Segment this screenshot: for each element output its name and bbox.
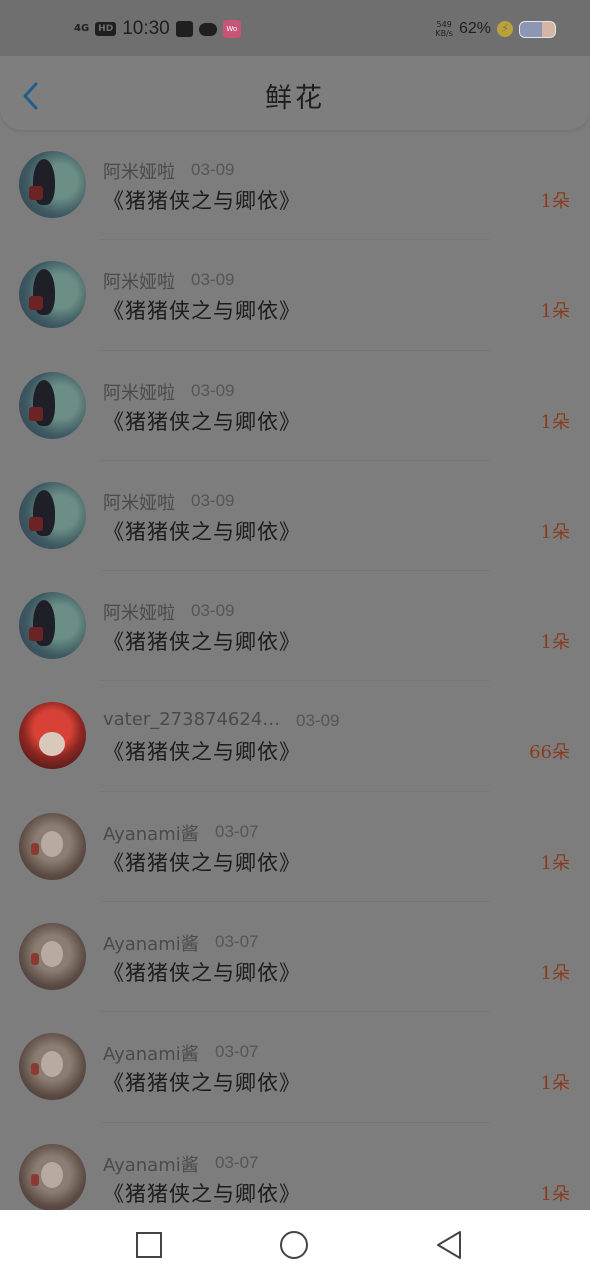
- back-triangle-icon[interactable]: [434, 1230, 464, 1260]
- status-right: 549 KB/s 62% ⚡: [435, 20, 556, 38]
- flower-list: 阿米娅啦 03-09 《猪猪侠之与卿依》 1朵 阿米娅啦 03-09 《猪猪侠之与卿依》 1朵…: [0, 130, 590, 1233]
- status-left: 4G HD 10:30 Wo: [74, 18, 241, 40]
- gift-date: 03-07: [215, 1152, 259, 1172]
- user-name: Ayanami酱: [103, 823, 199, 845]
- charging-icon: ⚡: [497, 21, 513, 37]
- gift-date: 03-09: [191, 160, 235, 179]
- user-name: Ayanami酱: [103, 1044, 199, 1066]
- avatar[interactable]: [19, 923, 86, 991]
- gift-date: 03-07: [215, 821, 259, 841]
- navigation-bar: [0, 1210, 590, 1280]
- notification-icon: [175, 21, 193, 37]
- book-title: 《猪猪侠之与卿依》: [103, 850, 301, 875]
- gift-date: 03-09: [191, 380, 235, 400]
- avatar[interactable]: [19, 371, 86, 439]
- flower-count: 1朵: [540, 963, 570, 985]
- avatar[interactable]: [19, 261, 86, 329]
- avatar[interactable]: [19, 1033, 86, 1101]
- avatar[interactable]: [19, 592, 86, 660]
- gift-date: 03-07: [215, 932, 259, 952]
- user-name: 阿米娅啦: [103, 162, 175, 183]
- flower-count: 1朵: [540, 852, 570, 874]
- list-item[interactable]: Ayanami酱 03-07 《猪猪侠之与卿依》 1朵: [0, 902, 590, 1013]
- battery-percent: 62%: [458, 20, 491, 37]
- user-name: Ayanami酱: [103, 1154, 199, 1176]
- avatar[interactable]: [19, 1143, 86, 1211]
- list-item[interactable]: vater_273874624… 03-09 《猪猪侠之与卿依》 66朵: [0, 681, 590, 792]
- network-speed: 549 KB/s: [435, 20, 453, 38]
- flower-count: 1朵: [540, 411, 570, 433]
- list-item[interactable]: 阿米娅啦 03-09 《猪猪侠之与卿依》 1朵: [0, 571, 590, 682]
- signal-indicator: 4G: [74, 23, 90, 34]
- gift-date: 03-07: [215, 1042, 259, 1062]
- user-name: 阿米娅啦: [103, 603, 175, 625]
- user-name: 阿米娅啦: [103, 382, 175, 404]
- book-title: 《猪猪侠之与卿依》: [103, 299, 301, 324]
- gift-date: 03-09: [191, 490, 235, 510]
- network-speed-value: 549: [436, 20, 452, 29]
- list-item[interactable]: 阿米娅啦 03-09 《猪猪侠之与卿依》 1朵: [0, 461, 590, 572]
- list-item[interactable]: Ayanami酱 03-07 《猪猪侠之与卿依》 1朵: [0, 792, 590, 903]
- battery-icon: [519, 20, 556, 38]
- book-title: 《猪猪侠之与卿依》: [103, 409, 301, 434]
- gift-date: 03-09: [191, 601, 235, 621]
- gift-date: 03-09: [191, 270, 235, 290]
- user-name: 阿米娅啦: [103, 272, 175, 294]
- app-notification-icon: Wo: [222, 20, 241, 38]
- list-item[interactable]: 阿米娅啦 03-09 《猪猪侠之与卿依》 1朵: [0, 240, 590, 351]
- book-title: 《猪猪侠之与卿依》: [103, 1071, 301, 1096]
- network-speed-unit: KB/s: [435, 29, 453, 38]
- battery-fill: [520, 21, 542, 37]
- book-title: 《猪猪侠之与卿依》: [103, 630, 301, 655]
- header: 鲜花: [0, 56, 590, 130]
- avatar[interactable]: [19, 481, 86, 549]
- avatar[interactable]: [19, 812, 86, 880]
- list-item[interactable]: Ayanami酱 03-07 《猪猪侠之与卿依》 1朵: [0, 1012, 590, 1123]
- user-name: 阿米娅啦: [103, 492, 175, 514]
- flower-count: 1朵: [540, 301, 570, 323]
- flower-count: 1朵: [540, 632, 570, 654]
- page-title: 鲜花: [265, 83, 325, 114]
- book-title: 《猪猪侠之与卿依》: [103, 1181, 301, 1206]
- gift-date: 03-09: [296, 711, 340, 731]
- flower-count: 66朵: [529, 742, 570, 764]
- user-name: vater_273874624…: [103, 709, 281, 731]
- book-title: 《猪猪侠之与卿依》: [103, 740, 301, 765]
- flower-count: 1朵: [540, 1183, 570, 1205]
- flower-count: 1朵: [540, 521, 570, 543]
- status-bar: 4G HD 10:30 Wo 549 KB/s 62% ⚡: [0, 0, 590, 56]
- book-title: 《猪猪侠之与卿依》: [103, 189, 301, 213]
- clock: 10:30: [122, 18, 170, 39]
- list-item[interactable]: 阿米娅啦 03-09 《猪猪侠之与卿依》 1朵: [0, 130, 590, 241]
- home-circle-icon[interactable]: [279, 1230, 309, 1260]
- hd-indicator: HD: [95, 22, 117, 36]
- recents-square-icon[interactable]: [134, 1230, 164, 1260]
- flower-count: 1朵: [540, 1073, 570, 1095]
- flower-count: 1朵: [540, 191, 570, 212]
- book-title: 《猪猪侠之与卿依》: [103, 961, 301, 986]
- avatar[interactable]: [19, 702, 86, 770]
- avatar[interactable]: [19, 151, 86, 218]
- cloud-icon: [198, 22, 217, 36]
- list-item[interactable]: 阿米娅啦 03-09 《猪猪侠之与卿依》 1朵: [0, 351, 590, 461]
- user-name: Ayanami酱: [103, 934, 199, 956]
- book-title: 《猪猪侠之与卿依》: [103, 519, 301, 544]
